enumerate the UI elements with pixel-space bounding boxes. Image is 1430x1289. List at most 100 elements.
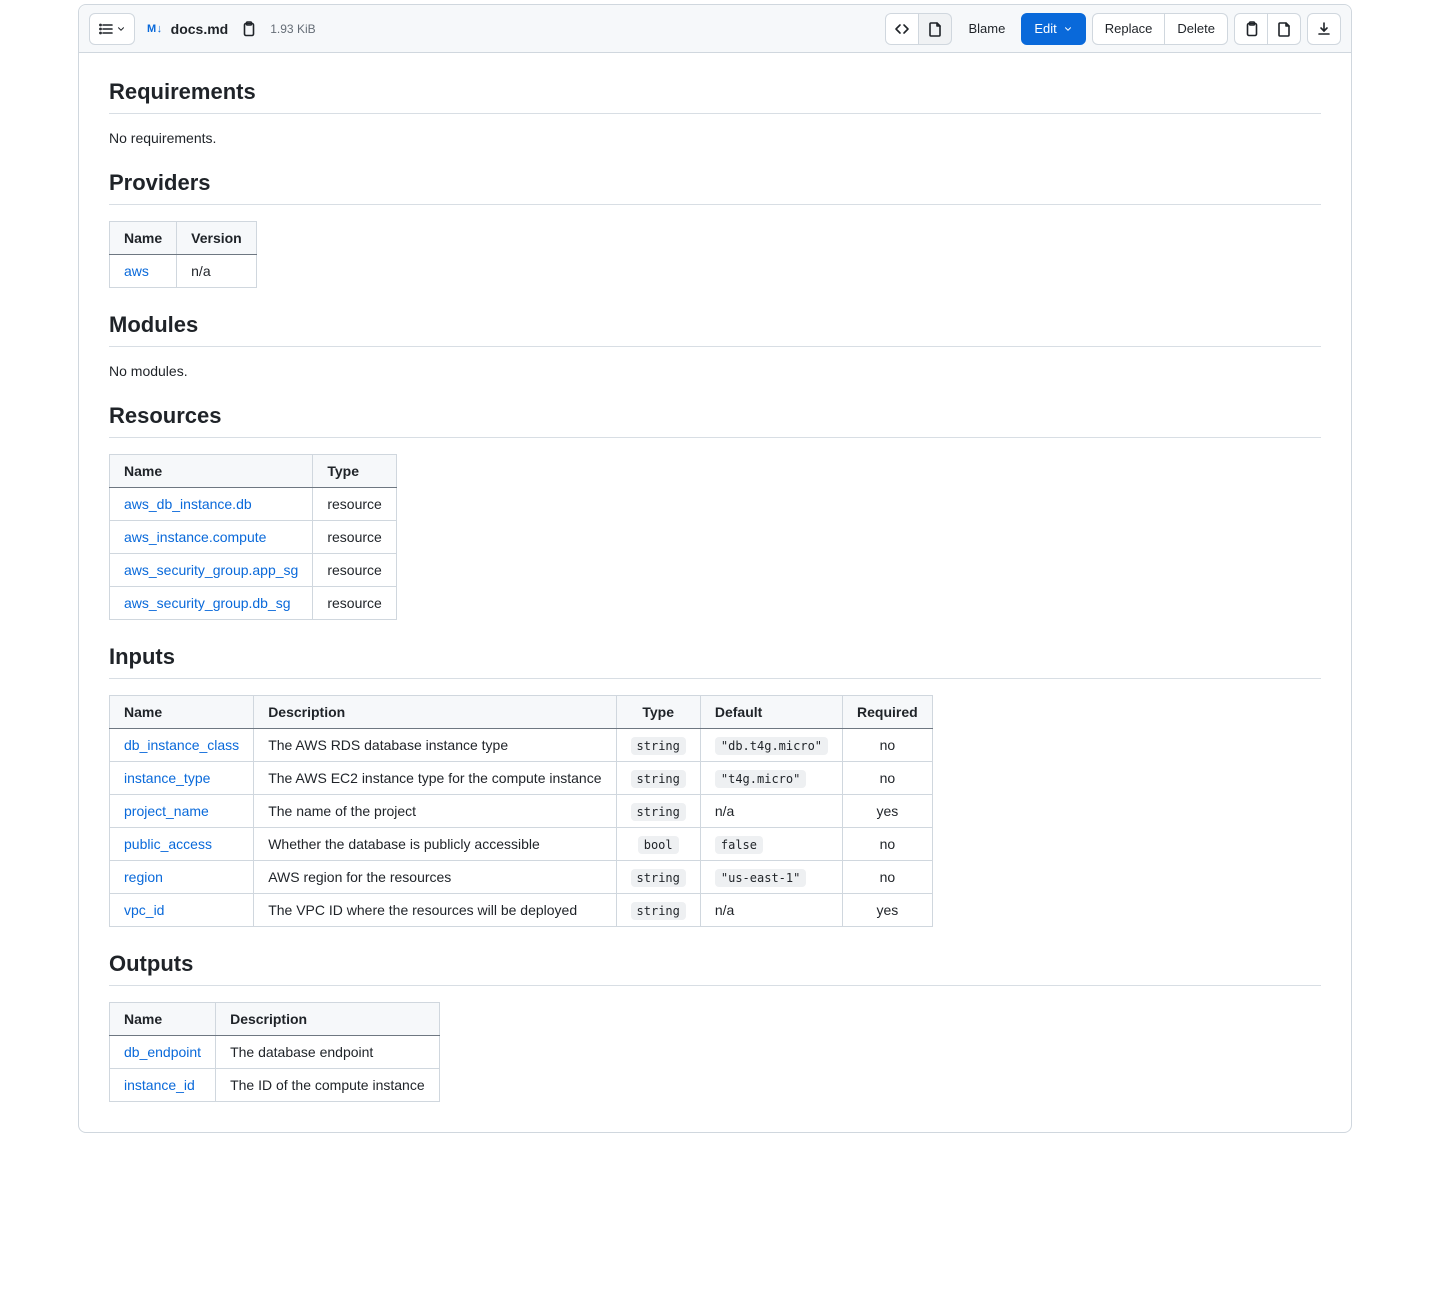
heading-resources: Resources — [109, 403, 1321, 438]
input-required-cell: no — [843, 762, 933, 795]
input-name-cell: vpc_id — [110, 894, 254, 927]
heading-providers: Providers — [109, 170, 1321, 205]
col-header: Version — [177, 222, 257, 255]
input-desc-cell: The name of the project — [254, 795, 616, 828]
table-row: project_nameThe name of the projectstrin… — [110, 795, 933, 828]
input-desc-cell: Whether the database is publicly accessi… — [254, 828, 616, 861]
code-literal: bool — [638, 836, 679, 854]
col-header: Name — [110, 222, 177, 255]
input-link[interactable]: vpc_id — [124, 902, 164, 918]
table-row: instance_id The ID of the compute instanc… — [110, 1069, 440, 1102]
resource-name-cell: aws_security_group.db_sg — [110, 587, 313, 620]
output-desc-cell: The database endpoint — [216, 1036, 440, 1069]
input-default-cell: false — [700, 828, 842, 861]
heading-requirements: Requirements — [109, 79, 1321, 114]
document-icon — [927, 21, 943, 37]
list-icon — [98, 21, 114, 37]
rendered-view-button[interactable] — [919, 13, 952, 45]
table-row: public_access Whether the database is pub… — [110, 828, 933, 861]
source-view-button[interactable] — [885, 13, 919, 45]
resource-type-cell: resource — [313, 587, 396, 620]
table-row: aws_db_instance.dbresource — [110, 488, 397, 521]
input-type-cell: string — [616, 861, 700, 894]
output-link[interactable]: instance_id — [124, 1077, 195, 1093]
delete-button[interactable]: Delete — [1165, 13, 1228, 45]
outline-toggle-button[interactable] — [89, 13, 135, 45]
output-name-cell: db_endpoint — [110, 1036, 216, 1069]
copy-contents-button[interactable] — [1234, 13, 1268, 45]
copy-path-button[interactable] — [236, 13, 260, 45]
view-mode-group — [885, 13, 952, 45]
input-desc-cell: AWS region for the resources — [254, 861, 616, 894]
code-literal: string — [631, 770, 686, 788]
download-icon — [1316, 21, 1332, 37]
input-name-cell: instance_type — [110, 762, 254, 795]
input-type-cell: bool — [616, 828, 700, 861]
clipboard-icon — [240, 21, 256, 37]
blame-button[interactable]: Blame — [958, 13, 1015, 45]
output-link[interactable]: db_endpoint — [124, 1044, 201, 1060]
input-link[interactable]: instance_type — [124, 770, 210, 786]
resource-link[interactable]: aws_instance.compute — [124, 529, 266, 545]
code-literal: "us-east-1" — [715, 869, 806, 887]
input-default-cell: "us-east-1" — [700, 861, 842, 894]
code-literal: string — [631, 869, 686, 887]
input-type-cell: string — [616, 762, 700, 795]
edit-label: Edit — [1034, 21, 1056, 36]
input-desc-cell: The AWS RDS database instance type — [254, 729, 616, 762]
resource-link[interactable]: aws_security_group.db_sg — [124, 595, 291, 611]
input-link[interactable]: db_instance_class — [124, 737, 239, 753]
input-default-cell: n/a — [700, 894, 842, 927]
provider-name-cell: aws — [110, 255, 177, 288]
clipboard-icon — [1243, 21, 1259, 37]
col-header: Description — [254, 696, 616, 729]
input-name-cell: db_instance_class — [110, 729, 254, 762]
edit-button[interactable]: Edit — [1021, 13, 1085, 45]
file-card: M↓ docs.md 1.93 KiB — [78, 4, 1352, 1133]
col-header: Description — [216, 1003, 440, 1036]
code-literal: "db.t4g.micro" — [715, 737, 828, 755]
resource-type-cell: resource — [313, 521, 396, 554]
table-row: aws_instance.compute resource — [110, 521, 397, 554]
replace-button[interactable]: Replace — [1092, 13, 1166, 45]
document-icon — [1276, 21, 1292, 37]
col-header: Type — [313, 455, 396, 488]
download-button[interactable] — [1307, 13, 1341, 45]
code-icon — [894, 21, 910, 37]
resources-table: Name Type aws_db_instance.dbresourceaws_… — [109, 454, 397, 620]
replace-delete-group: Replace Delete — [1092, 13, 1228, 45]
col-header: Required — [843, 696, 933, 729]
input-link[interactable]: region — [124, 869, 163, 885]
input-name-cell: public_access — [110, 828, 254, 861]
copy-permalink-group — [1234, 13, 1301, 45]
resource-name-cell: aws_instance.compute — [110, 521, 313, 554]
output-desc-cell: The ID of the compute instance — [216, 1069, 440, 1102]
input-link[interactable]: public_access — [124, 836, 212, 852]
input-default-cell: "db.t4g.micro" — [700, 729, 842, 762]
raw-file-button[interactable] — [1268, 13, 1301, 45]
input-required-cell: no — [843, 729, 933, 762]
input-link[interactable]: project_name — [124, 803, 209, 819]
code-literal: string — [631, 902, 686, 920]
input-desc-cell: The AWS EC2 instance type for the comput… — [254, 762, 616, 795]
resource-name-cell: aws_security_group.app_sg — [110, 554, 313, 587]
heading-inputs: Inputs — [109, 644, 1321, 679]
input-type-cell: string — [616, 894, 700, 927]
resource-link[interactable]: aws_security_group.app_sg — [124, 562, 298, 578]
table-row: vpc_idThe VPC ID where the resources wil… — [110, 894, 933, 927]
table-row: db_endpoint The database endpoint — [110, 1036, 440, 1069]
resource-link[interactable]: aws_db_instance.db — [124, 496, 252, 512]
code-literal: string — [631, 737, 686, 755]
table-row: aws_security_group.db_sg resource — [110, 587, 397, 620]
provider-version-cell: n/a — [177, 255, 257, 288]
input-required-cell: no — [843, 828, 933, 861]
resource-name-cell: aws_db_instance.db — [110, 488, 313, 521]
input-default-cell: "t4g.micro" — [700, 762, 842, 795]
providers-table: Name Version aws n/a — [109, 221, 257, 288]
table-row: aws_security_group.app_sgresource — [110, 554, 397, 587]
input-default-cell: n/a — [700, 795, 842, 828]
code-literal: false — [715, 836, 763, 854]
chevron-down-icon — [1063, 21, 1073, 37]
markdown-icon: M↓ — [141, 23, 163, 35]
provider-link[interactable]: aws — [124, 263, 149, 279]
